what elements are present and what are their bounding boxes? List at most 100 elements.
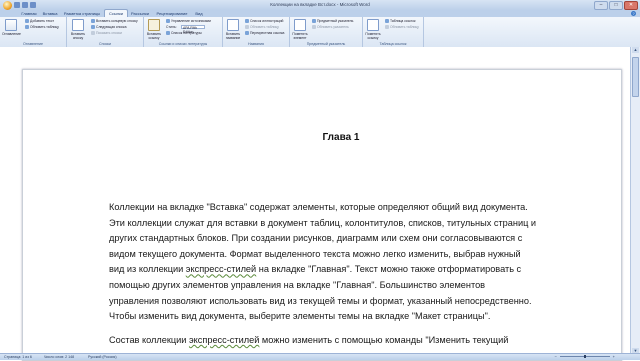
table-of-figures-label: Список иллюстраций (250, 19, 284, 23)
text-line[interactable]: Чтобы изменить вид документа, выберите э… (109, 309, 549, 325)
text-line[interactable]: помощью других элементов управления на в… (109, 278, 549, 294)
manage-sources-button[interactable]: Управление источниками (166, 19, 211, 23)
update-index-label: Обновить указатель (317, 25, 349, 29)
minimize-button[interactable]: – (594, 1, 608, 10)
mark-citation-label: Пометить ссылку (365, 32, 381, 40)
next-footnote-icon (91, 25, 95, 29)
manage-sources-icon (166, 19, 170, 23)
show-notes-label: Показать сноски (96, 31, 122, 35)
mark-entry-button[interactable]: Пометить элемент (291, 19, 309, 40)
insert-citation-label: Вставить ссылку (146, 32, 162, 40)
document-paragraph-1[interactable]: Коллекции на вкладке "Вставка" содержат … (109, 200, 549, 325)
next-footnote-button[interactable]: Следующая сноска (91, 25, 127, 29)
title-bar: Коллекции на вкладке Вст.docx - Microsof… (0, 0, 640, 10)
update-figures-icon (245, 25, 249, 29)
mark-citation-button[interactable]: Пометить ссылку (364, 19, 382, 40)
update-figures-label: Обновить таблицу (250, 25, 279, 29)
text-line[interactable]: Состав коллекции экспресс-стилей можно и… (109, 333, 549, 349)
update-toc-icon (25, 25, 29, 29)
group-label-captions: Названия (247, 42, 264, 46)
show-notes-icon (91, 31, 95, 35)
help-icon[interactable]: ? (631, 11, 636, 16)
update-figures-button[interactable]: Обновить таблицу (245, 25, 279, 29)
text-line[interactable]: управления позволяют использовать вид из… (109, 294, 549, 310)
status-bar: Страница: 1 из 6 Число слов: 2 148 Русск… (0, 353, 640, 360)
update-toc-label: Обновить таблицу (30, 25, 59, 29)
insert-caption-button[interactable]: Вставить название (224, 19, 242, 40)
next-footnote-label: Следующая сноска (96, 25, 127, 29)
insert-index-icon (312, 19, 316, 23)
insert-footnote-label: Вставить сноску (70, 32, 86, 40)
style-label: Стиль: (166, 25, 177, 29)
group-index: Пометить элемент Предметный указатель Об… (290, 17, 363, 47)
document-heading[interactable]: Глава 1 (0, 132, 640, 143)
tab-insert[interactable]: Вставка (40, 10, 60, 17)
group-label-index: Предметный указатель (306, 42, 346, 46)
manage-sources-label: Управление источниками (171, 19, 211, 23)
text-line[interactable]: видом текущего документа. Формат выделен… (109, 247, 549, 263)
zoom-slider[interactable] (560, 355, 610, 358)
tab-page-layout[interactable]: Разметка страницы (62, 10, 102, 17)
endnote-icon (91, 19, 95, 23)
text-line[interactable]: других стандартных блоков. При создании … (109, 231, 549, 247)
insert-authorities-label: Таблица ссылок (390, 19, 416, 23)
tab-mailings[interactable]: Рассылки (128, 10, 152, 17)
text-line[interactable]: Коллекции на вкладке "Вставка" содержат … (109, 200, 549, 216)
group-label-citations: Ссылки и списки литературы (158, 42, 208, 46)
mark-citation-icon (367, 19, 379, 31)
bibliography-icon (166, 31, 170, 35)
group-label-toc: Оглавление (22, 42, 44, 46)
language-indicator[interactable]: Русский (Россия) (88, 355, 117, 359)
group-captions: Вставить название Список иллюстраций Обн… (223, 17, 290, 47)
bibliography-label: Список литературы (171, 31, 202, 35)
spellcheck-underline[interactable]: экспресс-стилей (186, 264, 256, 274)
group-footnotes: Вставить сноску Вставить концевую сноску… (67, 17, 144, 47)
tab-review[interactable]: Рецензирование (154, 10, 190, 17)
update-index-button[interactable]: Обновить указатель (312, 25, 349, 29)
toc-button[interactable]: Оглавление (2, 19, 21, 36)
update-authorities-icon (385, 25, 389, 29)
insert-index-button[interactable]: Предметный указатель (312, 19, 353, 23)
page-count[interactable]: Страница: 1 из 6 (4, 355, 32, 359)
group-table-of-contents: Оглавление Добавить текст Обновить табли… (0, 17, 67, 47)
update-toc-button[interactable]: Обновить таблицу (25, 25, 59, 29)
update-authorities-label: Обновить таблицу (390, 25, 419, 29)
cross-reference-button[interactable]: Перекрестная ссылка (245, 31, 284, 35)
style-select[interactable]: APA Fifth Edition (181, 25, 205, 34)
zoom-knob[interactable] (584, 355, 586, 358)
add-text-icon (25, 19, 29, 23)
insert-citation-button[interactable]: Вставить ссылку (145, 19, 163, 40)
style-label-text: Стиль: (166, 25, 177, 29)
scroll-thumb[interactable] (632, 57, 639, 97)
word-count[interactable]: Число слов: 2 148 (44, 355, 74, 359)
vertical-scrollbar[interactable]: ▲ ▼ (630, 47, 640, 354)
text-line[interactable]: Эти коллекции служат для вставки в докум… (109, 216, 549, 232)
cross-reference-icon (245, 31, 249, 35)
mark-entry-icon (294, 19, 306, 31)
document-paragraph-2[interactable]: Состав коллекции экспресс-стилей можно и… (109, 333, 549, 349)
spellcheck-underline[interactable]: экспресс-стилей (189, 335, 259, 345)
insert-authorities-button[interactable]: Таблица ссылок (385, 19, 415, 23)
insert-footnote-button[interactable]: Вставить сноску (69, 19, 87, 40)
add-text-button[interactable]: Добавить текст (25, 19, 54, 23)
scroll-up-icon[interactable]: ▲ (632, 47, 639, 53)
maximize-button[interactable]: □ (609, 1, 623, 10)
group-citations: Вставить ссылку Управление источниками С… (144, 17, 223, 47)
close-button[interactable]: ✕ (624, 1, 638, 10)
insert-endnote-button[interactable]: Вставить концевую сноску (91, 19, 138, 23)
tab-home[interactable]: Главная (20, 10, 38, 17)
text-line[interactable]: вид из коллекции экспресс-стилей на вкла… (109, 262, 549, 278)
tab-view[interactable]: Вид (192, 10, 206, 17)
update-authorities-button[interactable]: Обновить таблицу (385, 25, 419, 29)
add-text-label: Добавить текст (30, 19, 55, 23)
insert-endnote-label: Вставить концевую сноску (96, 19, 138, 23)
citation-icon (148, 19, 160, 31)
table-of-figures-button[interactable]: Список иллюстраций (245, 19, 283, 23)
group-label-authorities: Таблица ссылок (379, 42, 407, 46)
show-notes-button[interactable]: Показать сноски (91, 31, 122, 35)
window-title: Коллекции на вкладке Вст.docx - Microsof… (270, 2, 370, 7)
zoom-out-icon[interactable]: − (555, 354, 557, 359)
zoom-in-icon[interactable]: + (613, 354, 615, 359)
bibliography-button[interactable]: Список литературы (166, 31, 202, 35)
window-controls: – □ ✕ (594, 1, 638, 10)
